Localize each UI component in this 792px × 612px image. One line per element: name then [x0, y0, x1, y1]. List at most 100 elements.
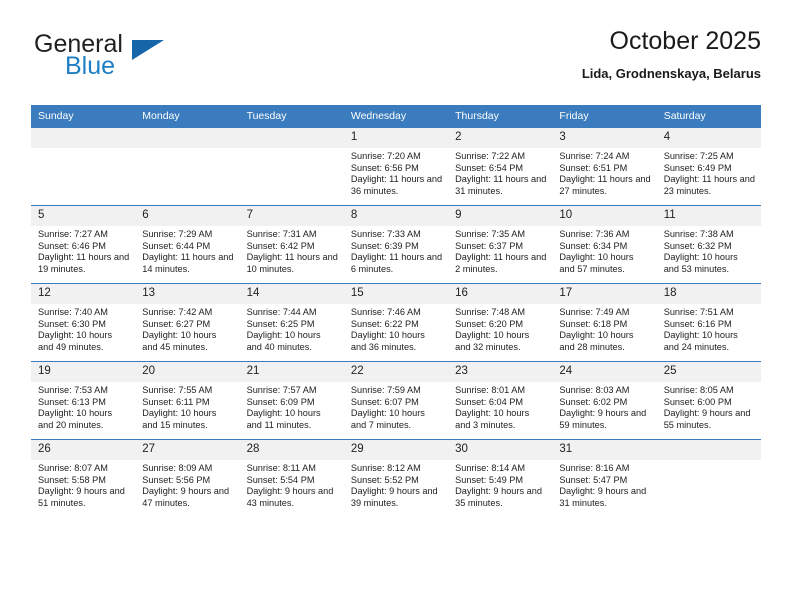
calendar-day-cell[interactable]: 18 Sunrise: 7:51 AM Sunset: 6:16 PM Dayligh… — [656, 283, 761, 362]
day-details: Sunrise: 7:59 AM Sunset: 6:07 PM Daylight:… — [344, 382, 448, 431]
calendar-day-cell[interactable]: 3 Sunrise: 7:24 AM Sunset: 6:51 PM Daylight… — [552, 127, 657, 206]
daylight-text: Daylight: 10 hours and 57 minutes. — [559, 252, 634, 274]
daylight-text: Daylight: 10 hours and 36 minutes. — [350, 330, 425, 352]
daylight-text: Daylight: 9 hours and 39 minutes. — [350, 486, 438, 508]
calendar-day-cell[interactable]: 24 Sunrise: 8:03 AM Sunset: 6:02 PM Dayligh… — [552, 361, 657, 440]
calendar-day-cell[interactable]: 31 Sunrise: 8:16 AM Sunset: 5:47 PM Dayligh… — [552, 439, 657, 517]
calendar-day-cell[interactable]: 28 Sunrise: 8:11 AM Sunset: 5:54 PM Dayligh… — [239, 439, 344, 517]
calendar-day-cell[interactable]: 19 Sunrise: 7:53 AM Sunset: 6:13 PM Dayligh… — [31, 361, 136, 440]
calendar-day-cell[interactable]: 13 Sunrise: 7:42 AM Sunset: 6:27 PM Dayligh… — [135, 283, 240, 362]
day-number — [656, 440, 761, 460]
day-number: 17 — [552, 284, 657, 304]
page-header: General Blue October 2025 Lida, Grodnens… — [31, 26, 761, 98]
calendar-day-cell[interactable]: 29 Sunrise: 8:12 AM Sunset: 5:52 PM Dayligh… — [343, 439, 449, 517]
sunrise-text: Sunrise: 8:03 AM — [559, 385, 630, 395]
calendar-week-row: 26 Sunrise: 8:07 AM Sunset: 5:58 PM Dayligh… — [31, 439, 761, 517]
sunset-text: Sunset: 6:42 PM — [246, 240, 315, 251]
sunset-text: Sunset: 5:54 PM — [246, 474, 315, 485]
day-number: 7 — [239, 206, 344, 226]
sunset-text: Sunset: 6:02 PM — [559, 396, 628, 407]
day-number: 4 — [656, 128, 761, 148]
brand-triangle-icon — [132, 40, 164, 60]
calendar-week-row: 19 Sunrise: 7:53 AM Sunset: 6:13 PM Dayligh… — [31, 361, 761, 440]
day-details: Sunrise: 7:31 AM Sunset: 6:42 PM Daylight:… — [240, 226, 344, 275]
sunrise-text: Sunrise: 7:48 AM — [455, 307, 526, 317]
calendar-day-cell[interactable]: 27 Sunrise: 8:09 AM Sunset: 5:56 PM Dayligh… — [135, 439, 240, 517]
calendar-day-cell[interactable]: 10 Sunrise: 7:36 AM Sunset: 6:34 PM Dayligh… — [552, 205, 657, 284]
calendar-day-cell[interactable]: 2 Sunrise: 7:22 AM Sunset: 6:54 PM Daylight… — [448, 127, 553, 206]
sunset-text: Sunset: 6:27 PM — [142, 318, 211, 329]
calendar-day-cell[interactable]: 8 Sunrise: 7:33 AM Sunset: 6:39 PM Daylight… — [343, 205, 449, 284]
day-details: Sunrise: 7:20 AM Sunset: 6:56 PM Daylight:… — [344, 148, 448, 197]
calendar-day-cell[interactable]: 11 Sunrise: 7:38 AM Sunset: 6:32 PM Dayligh… — [656, 205, 761, 284]
sunrise-text: Sunrise: 7:29 AM — [142, 229, 213, 239]
daylight-text: Daylight: 9 hours and 59 minutes. — [559, 408, 647, 430]
generalblue-logo[interactable]: General Blue — [31, 30, 261, 90]
day-details: Sunrise: 7:25 AM Sunset: 6:49 PM Daylight:… — [657, 148, 761, 197]
day-details: Sunrise: 7:40 AM Sunset: 6:30 PM Daylight:… — [31, 304, 135, 353]
sunrise-text: Sunrise: 7:24 AM — [559, 151, 630, 161]
sunset-text: Sunset: 6:49 PM — [663, 162, 732, 173]
calendar-day-cell[interactable]: 25 Sunrise: 8:05 AM Sunset: 6:00 PM Dayligh… — [656, 361, 761, 440]
calendar-day-cell[interactable]: 12 Sunrise: 7:40 AM Sunset: 6:30 PM Dayligh… — [31, 283, 136, 362]
day-number: 3 — [552, 128, 657, 148]
calendar-cell-empty — [656, 439, 761, 517]
day-number: 15 — [343, 284, 449, 304]
sunrise-text: Sunrise: 7:53 AM — [38, 385, 108, 395]
sunset-text: Sunset: 5:56 PM — [142, 474, 211, 485]
calendar-day-cell[interactable]: 1 Sunrise: 7:20 AM Sunset: 6:56 PM Daylight… — [343, 127, 449, 206]
day-number: 21 — [239, 362, 344, 382]
day-details: Sunrise: 7:36 AM Sunset: 6:34 PM Daylight:… — [552, 226, 656, 275]
sunset-text: Sunset: 5:49 PM — [455, 474, 524, 485]
calendar-day-cell[interactable]: 5 Sunrise: 7:27 AM Sunset: 6:46 PM Daylight… — [31, 205, 136, 284]
calendar-day-cell[interactable]: 14 Sunrise: 7:44 AM Sunset: 6:25 PM Dayligh… — [239, 283, 344, 362]
weekday-header-row: Sunday Monday Tuesday Wednesday Thursday… — [31, 105, 761, 128]
calendar-week-row: 12 Sunrise: 7:40 AM Sunset: 6:30 PM Dayligh… — [31, 283, 761, 362]
weekday-header-thursday: Thursday — [448, 105, 553, 128]
calendar-day-cell[interactable]: 6 Sunrise: 7:29 AM Sunset: 6:44 PM Daylight… — [135, 205, 240, 284]
calendar-day-cell[interactable]: 16 Sunrise: 7:48 AM Sunset: 6:20 PM Dayligh… — [448, 283, 553, 362]
day-details: Sunrise: 8:01 AM Sunset: 6:04 PM Daylight:… — [448, 382, 552, 431]
day-details: Sunrise: 7:35 AM Sunset: 6:37 PM Daylight:… — [448, 226, 552, 275]
calendar-day-cell[interactable]: 20 Sunrise: 7:55 AM Sunset: 6:11 PM Dayligh… — [135, 361, 240, 440]
day-number: 5 — [31, 206, 136, 226]
daylight-text: Daylight: 10 hours and 53 minutes. — [663, 252, 738, 274]
sunrise-text: Sunrise: 8:14 AM — [455, 463, 526, 473]
sunrise-text: Sunrise: 7:22 AM — [455, 151, 526, 161]
weekday-header-sunday: Sunday — [31, 105, 136, 128]
calendar-day-cell[interactable]: 15 Sunrise: 7:46 AM Sunset: 6:22 PM Dayligh… — [343, 283, 449, 362]
day-number — [31, 128, 136, 148]
day-details: Sunrise: 7:22 AM Sunset: 6:54 PM Daylight:… — [448, 148, 552, 197]
day-number: 28 — [239, 440, 344, 460]
calendar-day-cell[interactable]: 21 Sunrise: 7:57 AM Sunset: 6:09 PM Dayligh… — [239, 361, 344, 440]
sunrise-text: Sunrise: 8:11 AM — [246, 463, 316, 473]
calendar-body: 1 Sunrise: 7:20 AM Sunset: 6:56 PM Daylight… — [31, 127, 761, 517]
sunrise-text: Sunrise: 8:01 AM — [455, 385, 526, 395]
sunrise-text: Sunrise: 8:12 AM — [350, 463, 421, 473]
sunset-text: Sunset: 6:54 PM — [455, 162, 524, 173]
day-details: Sunrise: 8:03 AM Sunset: 6:02 PM Daylight:… — [552, 382, 656, 431]
calendar-day-cell[interactable]: 22 Sunrise: 7:59 AM Sunset: 6:07 PM Dayligh… — [343, 361, 449, 440]
day-number: 8 — [343, 206, 449, 226]
sunset-text: Sunset: 6:25 PM — [246, 318, 315, 329]
calendar-header-row: Sunday Monday Tuesday Wednesday Thursday… — [31, 105, 761, 128]
day-details: Sunrise: 8:09 AM Sunset: 5:56 PM Daylight:… — [135, 460, 239, 509]
day-details: Sunrise: 8:07 AM Sunset: 5:58 PM Daylight:… — [31, 460, 135, 509]
daylight-text: Daylight: 9 hours and 51 minutes. — [38, 486, 125, 508]
calendar-day-cell[interactable]: 26 Sunrise: 8:07 AM Sunset: 5:58 PM Dayligh… — [31, 439, 136, 517]
calendar-day-cell[interactable]: 23 Sunrise: 8:01 AM Sunset: 6:04 PM Dayligh… — [448, 361, 553, 440]
calendar-day-cell[interactable]: 4 Sunrise: 7:25 AM Sunset: 6:49 PM Daylight… — [656, 127, 761, 206]
calendar-day-cell[interactable]: 30 Sunrise: 8:14 AM Sunset: 5:49 PM Dayligh… — [448, 439, 553, 517]
day-details: Sunrise: 8:16 AM Sunset: 5:47 PM Daylight:… — [552, 460, 656, 509]
page-title: October 2025 — [609, 27, 762, 55]
sunset-text: Sunset: 6:11 PM — [142, 396, 210, 407]
day-number: 22 — [343, 362, 449, 382]
day-details: Sunrise: 7:33 AM Sunset: 6:39 PM Daylight:… — [344, 226, 448, 275]
calendar-day-cell[interactable]: 9 Sunrise: 7:35 AM Sunset: 6:37 PM Daylight… — [448, 205, 553, 284]
sunrise-text: Sunrise: 7:59 AM — [350, 385, 421, 395]
daylight-text: Daylight: 11 hours and 14 minutes. — [142, 252, 234, 274]
day-number — [239, 128, 344, 148]
day-details: Sunrise: 7:44 AM Sunset: 6:25 PM Daylight:… — [240, 304, 344, 353]
calendar-day-cell[interactable]: 17 Sunrise: 7:49 AM Sunset: 6:18 PM Dayligh… — [552, 283, 657, 362]
calendar-day-cell[interactable]: 7 Sunrise: 7:31 AM Sunset: 6:42 PM Daylight… — [239, 205, 344, 284]
